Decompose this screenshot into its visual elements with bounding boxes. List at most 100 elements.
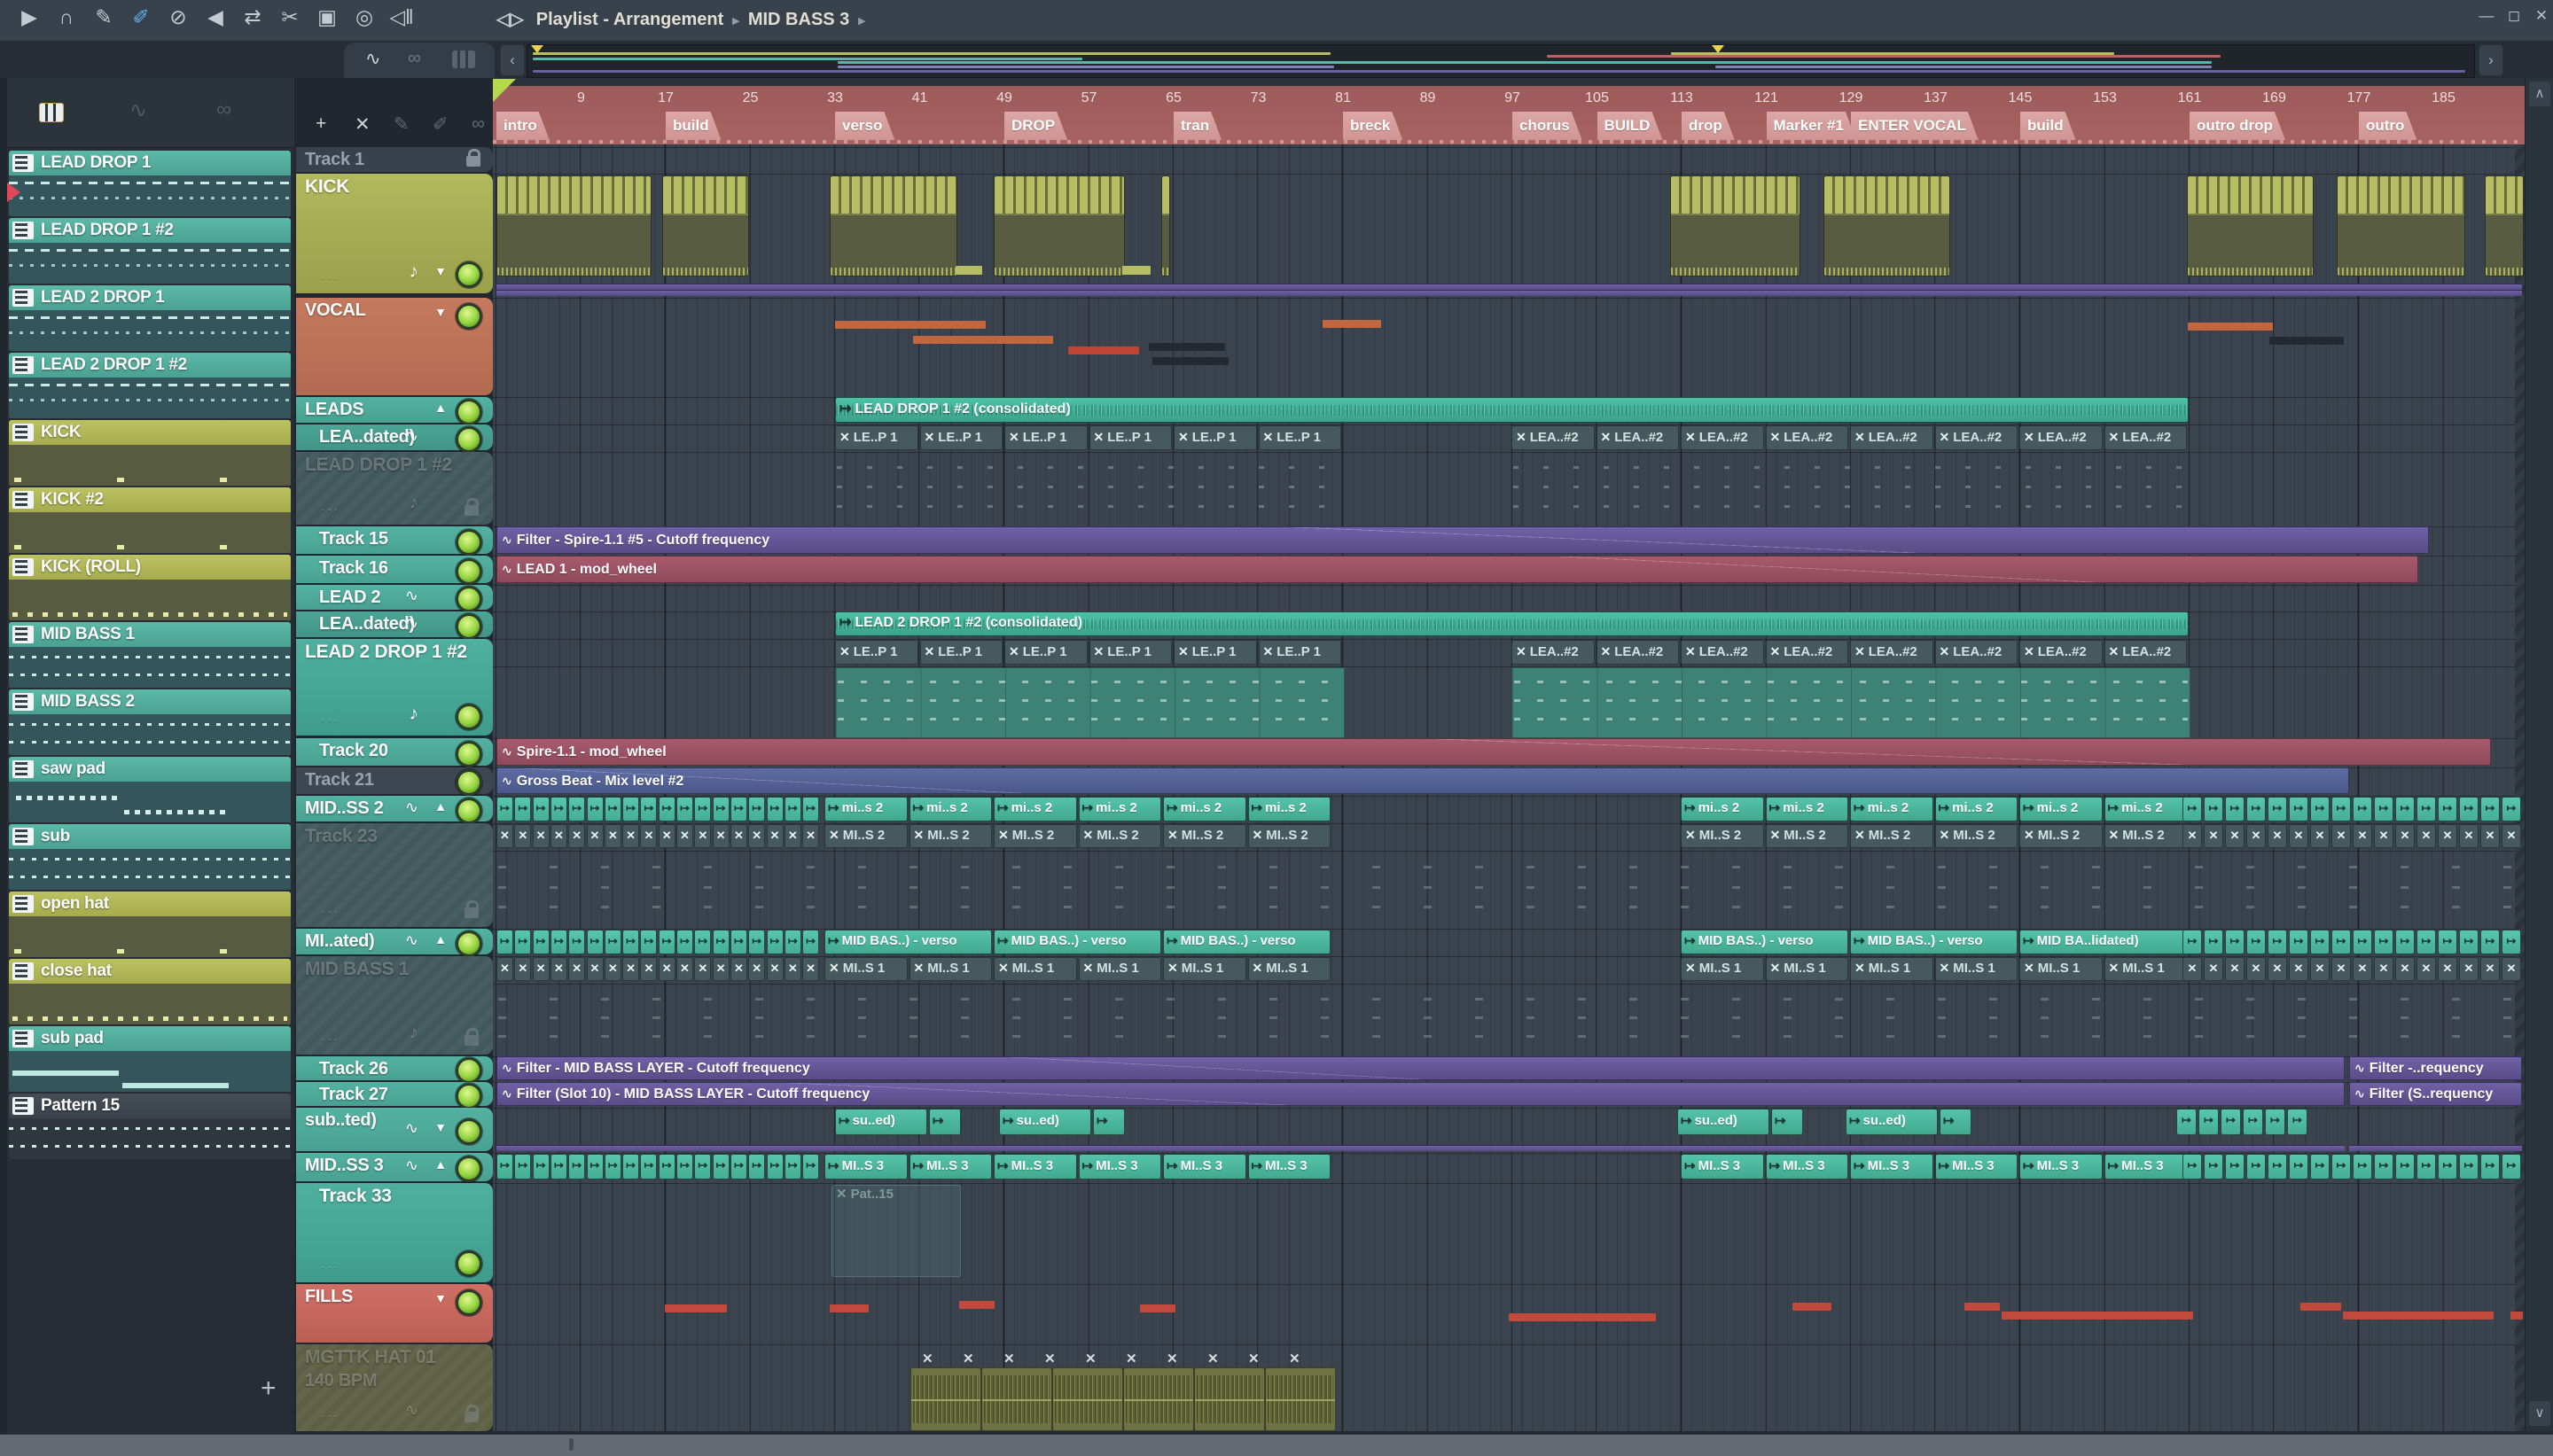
mini-automation-clip[interactable] <box>2349 1145 2522 1151</box>
tiny-muted-clip[interactable]: ✕ <box>2204 824 2223 848</box>
link-icon[interactable]: ∞ <box>408 48 421 69</box>
fill-note-clip[interactable] <box>2343 1312 2494 1320</box>
track-led[interactable] <box>456 613 482 640</box>
tiny-muted-clip[interactable]: ✕ <box>550 957 567 981</box>
track-header[interactable]: LEA..dated) ∿ <box>296 611 493 640</box>
tiny-audio-clip[interactable]: ↦ <box>2480 797 2500 821</box>
vocal-note-clip[interactable] <box>2269 337 2344 345</box>
fill-note-clip[interactable] <box>1964 1303 2000 1311</box>
track-led[interactable] <box>456 930 482 957</box>
tiny-muted-clip[interactable]: ✕ <box>2246 957 2266 981</box>
tiny-audio-clip[interactable]: ↦ <box>712 1154 730 1180</box>
pattern-item[interactable]: LEAD DROP 1 #2 <box>9 218 291 284</box>
tiny-audio-clip[interactable]: ↦ <box>2395 797 2415 821</box>
muted-pattern-clip[interactable]: ✕ LEA..#2 <box>1850 640 1933 665</box>
track-led[interactable] <box>456 586 482 612</box>
tiny-audio-clip[interactable]: ↦ <box>2225 797 2245 821</box>
audio-clip[interactable]: ↦ MI..S 3 <box>1247 1154 1331 1180</box>
audio-clip[interactable]: ↦ MI..S 3 <box>994 1154 1077 1180</box>
tiny-muted-clip[interactable]: ✕ <box>2416 957 2436 981</box>
scroll-right-button[interactable]: › <box>2479 44 2503 76</box>
sub-audio-clip[interactable]: ↦ <box>1940 1109 1971 1135</box>
chevron-down-icon[interactable]: ▼ <box>434 264 447 278</box>
kick-audio-clip[interactable] <box>1823 175 1950 276</box>
mute-icon[interactable]: ◀ <box>199 5 232 29</box>
pattern-item[interactable]: sub <box>9 824 291 890</box>
timeline-marker[interactable]: build <box>666 112 722 140</box>
fill-note-clip[interactable] <box>959 1301 995 1309</box>
kick-fill-clip[interactable] <box>956 266 982 275</box>
tiny-audio-clip[interactable]: ↦ <box>496 797 513 821</box>
mini-automation-clip[interactable] <box>496 290 2522 296</box>
tiny-audio-clip[interactable]: ↦ <box>676 1154 693 1180</box>
tiny-audio-clip[interactable]: ↦ <box>2416 1154 2436 1180</box>
tiny-audio-clip[interactable]: ↦ <box>604 930 621 954</box>
muted-pattern-clip[interactable]: ✕ MI..S 2 <box>2104 824 2187 848</box>
tiny-muted-clip[interactable]: ✕ <box>730 824 747 848</box>
track-header[interactable]: KICK ··· ♪ ▼ <box>296 174 493 293</box>
slice-icon[interactable]: ✂ <box>273 5 307 29</box>
tiny-muted-clip[interactable]: ✕ <box>2182 824 2202 848</box>
tiny-audio-clip[interactable]: ↦ <box>2374 797 2393 821</box>
fill-note-clip[interactable] <box>1509 1313 1656 1321</box>
tiny-audio-clip[interactable]: ↦ <box>802 797 820 821</box>
audio-clip[interactable]: ↦ mi..s 2 <box>909 797 992 821</box>
tiny-audio-clip[interactable]: ↦ <box>2246 930 2266 954</box>
muted-pattern-clip[interactable]: ✕ LEA..#2 <box>1511 640 1595 665</box>
paint-icon[interactable]: ✐ <box>124 5 158 29</box>
track-header[interactable]: Track 16 <box>296 556 493 585</box>
audio-clip[interactable]: ↦ MI..S 3 <box>2019 1154 2103 1180</box>
fill-note-clip[interactable] <box>2002 1312 2193 1320</box>
track-header[interactable]: LEAD 2 ∿ <box>296 585 493 612</box>
muted-pattern-clip[interactable]: ✕ LEA..#2 <box>1934 640 2018 665</box>
muted-pattern-clip[interactable]: ✕ MI..S 2 <box>1163 824 1246 848</box>
tiny-muted-clip[interactable]: ✕ <box>2353 957 2372 981</box>
muted-pattern-clip[interactable]: ✕ MI..S 1 <box>909 957 992 981</box>
timeline-marker[interactable]: build <box>2020 112 2076 140</box>
track-header[interactable]: VOCAL ▼ <box>296 298 493 395</box>
tiny-muted-clip[interactable]: ✕ <box>496 957 513 981</box>
muted-pattern-clip[interactable]: ✕ MI..S 1 <box>824 957 908 981</box>
track-led[interactable] <box>456 1289 482 1316</box>
kick-audio-clip[interactable] <box>994 175 1125 276</box>
tiny-muted-clip[interactable]: ✕ <box>2438 957 2457 981</box>
tiny-muted-clip[interactable]: ✕ <box>2459 957 2479 981</box>
audio-clip[interactable]: ↦ MID BAS..) - verso <box>1681 930 1848 954</box>
menu-dots-icon[interactable]: ··· <box>321 502 340 517</box>
pattern-item[interactable]: LEAD 2 DROP 1 #2 <box>9 353 291 418</box>
tiny-audio-clip[interactable]: ↦ <box>550 797 567 821</box>
tiny-muted-clip[interactable]: ✕ <box>2225 957 2245 981</box>
tiny-audio-clip[interactable]: ↦ <box>2395 930 2415 954</box>
timeline-marker[interactable]: BUILD <box>1597 112 1663 140</box>
audio-clip[interactable]: ↦ MI..S 3 <box>1850 1154 1933 1180</box>
sub-audio-clip[interactable]: ↦ su..ed) <box>1677 1109 1769 1135</box>
tiny-audio-clip[interactable]: ↦ <box>2176 1109 2197 1135</box>
track-led[interactable] <box>456 1250 482 1277</box>
audio-clip[interactable]: ↦ MI..S 3 <box>1765 1154 1848 1180</box>
tiny-audio-clip[interactable]: ↦ <box>2416 930 2436 954</box>
automation-clip[interactable]: ∿ Spire-1.1 - mod_wheel <box>496 738 2491 766</box>
muted-pattern-clip[interactable]: ✕ MI..S 2 <box>1765 824 1848 848</box>
tiny-muted-clip[interactable]: ✕ <box>658 824 675 848</box>
tiny-audio-clip[interactable]: ↦ <box>514 797 532 821</box>
kick-audio-clip[interactable] <box>2187 175 2314 276</box>
tiny-audio-clip[interactable]: ↦ <box>2243 1109 2263 1135</box>
audio-clip[interactable]: ↦ MI..S 3 <box>1163 1154 1246 1180</box>
timeline-marker[interactable]: outro drop <box>2190 112 2285 140</box>
muted-pattern-clip[interactable]: ✕ MI..S 2 <box>1247 824 1331 848</box>
hat-waveform-clip[interactable] <box>981 1367 1052 1431</box>
timeline-marker[interactable]: breck <box>1343 112 1402 140</box>
audio-clip[interactable]: ↦ MID BAS..) - verso <box>824 930 992 954</box>
tiny-audio-clip[interactable]: ↦ <box>2310 930 2330 954</box>
tiny-audio-clip[interactable]: ↦ <box>2353 797 2372 821</box>
sub-audio-clip[interactable]: ↦ <box>1771 1109 1803 1135</box>
tiny-audio-clip[interactable]: ↦ <box>604 797 621 821</box>
tiny-audio-clip[interactable]: ↦ <box>532 1154 550 1180</box>
tiny-audio-clip[interactable]: ↦ <box>748 1154 766 1180</box>
muted-pattern-clip[interactable]: ✕ LEA..#2 <box>2104 425 2187 450</box>
tiny-audio-clip[interactable]: ↦ <box>730 1154 747 1180</box>
play-icon[interactable]: ▶ <box>12 5 46 29</box>
hat-waveform-clip[interactable] <box>1265 1367 1336 1431</box>
track-led[interactable] <box>456 1083 482 1110</box>
tiny-audio-clip[interactable]: ↦ <box>748 797 766 821</box>
